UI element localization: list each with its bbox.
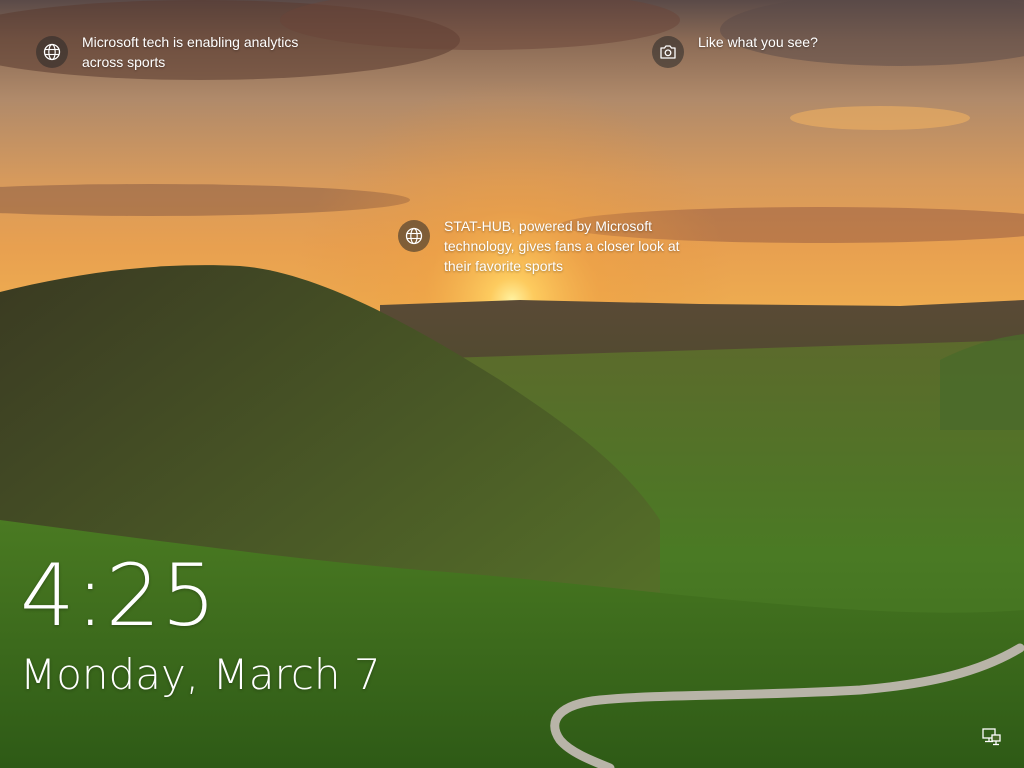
lock-screen[interactable]: Microsoft tech is enabling analytics acr… [0,0,1024,768]
lock-screen-date: Monday, March 7 [20,650,381,699]
spotlight-text: STAT-HUB, powered by Microsoft technolog… [444,218,680,274]
globe-icon [36,36,68,68]
lock-screen-time: 4:25 [20,546,218,646]
spotlight-item-like-what-you-see[interactable]: Like what you see? [652,34,818,68]
globe-icon [398,220,430,252]
camera-icon [652,36,684,68]
spotlight-item-stat-hub[interactable]: STAT-HUB, powered by Microsoft technolog… [398,218,714,276]
network-icon[interactable] [982,728,1002,746]
spotlight-text: Microsoft tech is enabling analytics acr… [82,34,299,70]
spotlight-text: Like what you see? [698,34,818,50]
spotlight-item-analytics[interactable]: Microsoft tech is enabling analytics acr… [36,34,342,72]
